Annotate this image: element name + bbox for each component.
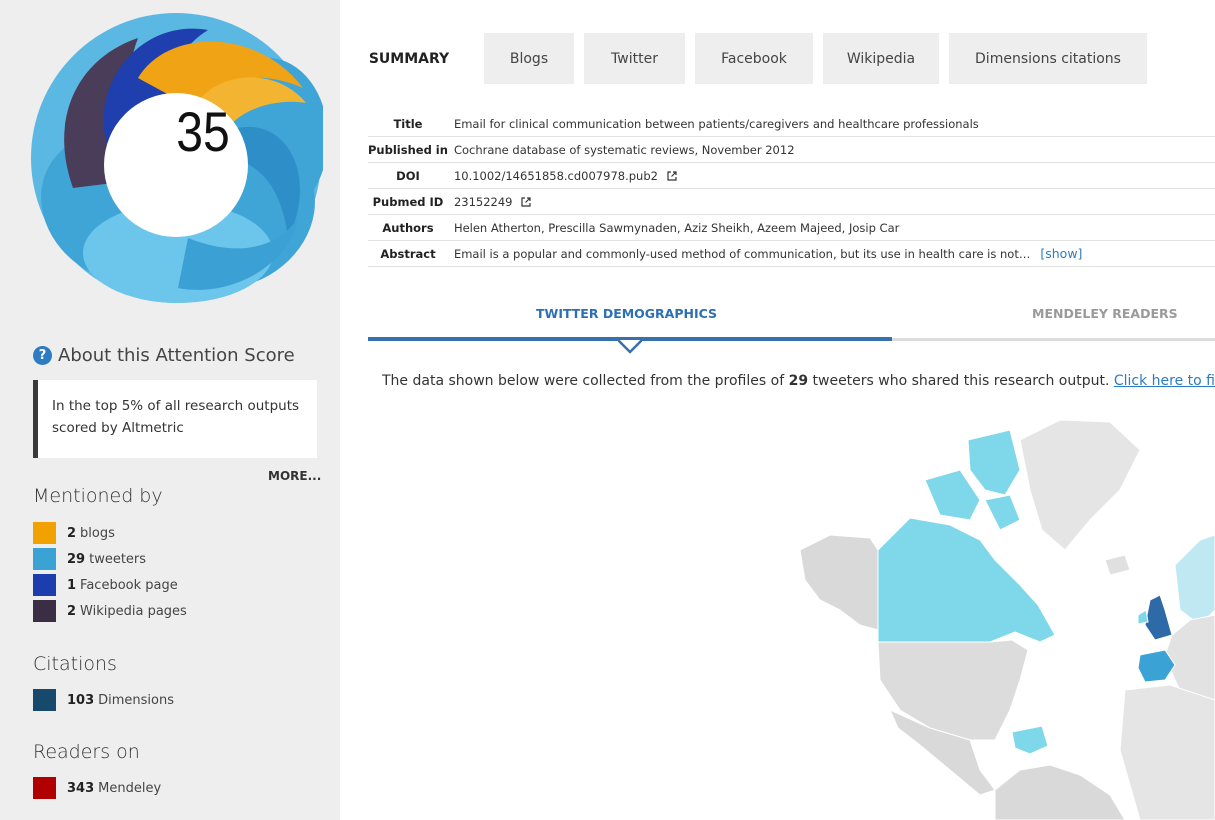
- pubmed-link[interactable]: 23152249: [454, 195, 513, 209]
- external-link-icon[interactable]: [667, 170, 677, 181]
- tab-wikipedia[interactable]: Wikipedia: [823, 33, 939, 84]
- reader-count: 343: [67, 780, 95, 796]
- active-tab-caret-icon: [618, 340, 642, 354]
- tab-dimensions-citations[interactable]: Dimensions citations: [949, 33, 1147, 84]
- mention-count: 2: [67, 603, 77, 619]
- tab-blogs[interactable]: Blogs: [484, 33, 574, 84]
- abstract-text: Email is a popular and commonly-used met…: [453, 247, 1031, 261]
- citation-dimensions[interactable]: 103 Dimensions: [33, 689, 174, 711]
- reader-mendeley[interactable]: 343 Mendeley: [33, 777, 161, 799]
- meta-key: Pubmed ID: [368, 188, 448, 215]
- authors: Helen Atherton, Prescilla Sawmynaden, Az…: [447, 214, 1215, 241]
- table-row: Authors Helen Atherton, Prescilla Sawmyn…: [368, 214, 1215, 241]
- mention-wikipedia[interactable]: 2 Wikipedia pages: [33, 600, 187, 622]
- dimensions-swatch: [33, 689, 56, 711]
- table-row: Title Email for clinical communication b…: [368, 111, 1215, 137]
- blogs-swatch: [33, 522, 56, 544]
- meta-key: Published in: [368, 136, 448, 163]
- mention-count: 2: [67, 525, 77, 541]
- description-text: The data shown below were collected from…: [382, 373, 789, 389]
- mendeley-swatch: [33, 777, 56, 799]
- tab-underline: [892, 338, 1215, 341]
- tab-facebook[interactable]: Facebook: [695, 33, 813, 84]
- sidebar: 35 ? About this Attention Score In the t…: [0, 0, 340, 820]
- show-abstract-link[interactable]: [show]: [1040, 246, 1082, 261]
- more-link[interactable]: MORE...: [268, 469, 321, 483]
- score-context-box: In the top 5% of all research outputs sc…: [33, 380, 317, 458]
- question-circle-icon: ?: [33, 346, 52, 365]
- article-title: Email for clinical communication between…: [447, 111, 1215, 137]
- attention-score: 35: [176, 100, 230, 163]
- abstract-cell: Email is a popular and commonly-used met…: [447, 240, 1215, 267]
- table-row: Abstract Email is a popular and commonly…: [368, 240, 1215, 267]
- demographics-description: The data shown below were collected from…: [382, 373, 1215, 389]
- doi-cell: 10.1002/14651858.cd007978.pub2: [447, 162, 1215, 189]
- wikipedia-swatch: [33, 600, 56, 622]
- citation-count: 103: [67, 692, 95, 708]
- readers-heading: Readers on: [33, 741, 140, 763]
- tweeter-count: 29: [788, 373, 809, 389]
- mentioned-by-heading: Mentioned by: [33, 485, 163, 507]
- world-map[interactable]: [780, 410, 1215, 820]
- mention-count: 1: [67, 577, 77, 593]
- mention-count: 29: [67, 551, 86, 567]
- description-text: tweeters who shared this research output…: [808, 373, 1114, 389]
- doi-link[interactable]: 10.1002/14651858.cd007978.pub2: [454, 169, 658, 183]
- table-row: Published in Cochrane database of system…: [368, 136, 1215, 163]
- tab-bar: SUMMARY Blogs Twitter Facebook Wikipedia…: [344, 33, 1157, 84]
- meta-key: Title: [368, 111, 448, 137]
- published-in: Cochrane database of systematic reviews,…: [447, 136, 1215, 163]
- facebook-swatch: [33, 574, 56, 596]
- metadata-table: Title Email for clinical communication b…: [368, 111, 1215, 267]
- meta-key: Authors: [368, 214, 448, 241]
- mention-tweeters[interactable]: 29 tweeters: [33, 548, 146, 570]
- citation-label: Dimensions: [98, 692, 175, 708]
- about-label: About this Attention Score: [58, 345, 295, 366]
- meta-key: DOI: [368, 162, 448, 189]
- mention-label: Wikipedia pages: [80, 603, 187, 619]
- click-here-link[interactable]: Click here to fi: [1114, 373, 1215, 389]
- tab-summary[interactable]: SUMMARY: [344, 33, 474, 84]
- mention-blogs[interactable]: 2 blogs: [33, 522, 115, 544]
- external-link-icon[interactable]: [521, 196, 531, 207]
- mention-facebook[interactable]: 1 Facebook page: [33, 574, 178, 596]
- altmetric-donut-badge: 35: [28, 8, 328, 308]
- tab-twitter[interactable]: Twitter: [584, 33, 685, 84]
- table-row: DOI 10.1002/14651858.cd007978.pub2: [368, 162, 1215, 189]
- table-row: Pubmed ID 23152249: [368, 188, 1215, 215]
- reader-label: Mendeley: [98, 780, 162, 796]
- demographics-tabs: TWITTER DEMOGRAPHICS MENDELEY READERS: [368, 306, 1215, 354]
- citations-heading: Citations: [33, 653, 117, 675]
- pubmed-cell: 23152249: [447, 188, 1215, 215]
- about-attention-score-link[interactable]: ? About this Attention Score: [33, 345, 295, 366]
- mention-label: Facebook page: [80, 577, 178, 593]
- mention-label: blogs: [80, 525, 115, 541]
- meta-key: Abstract: [368, 240, 448, 267]
- tab-mendeley-readers[interactable]: MENDELEY READERS: [1032, 306, 1178, 321]
- mention-label: tweeters: [89, 551, 147, 567]
- tweeters-swatch: [33, 548, 56, 570]
- tab-twitter-demographics[interactable]: TWITTER DEMOGRAPHICS: [536, 306, 717, 321]
